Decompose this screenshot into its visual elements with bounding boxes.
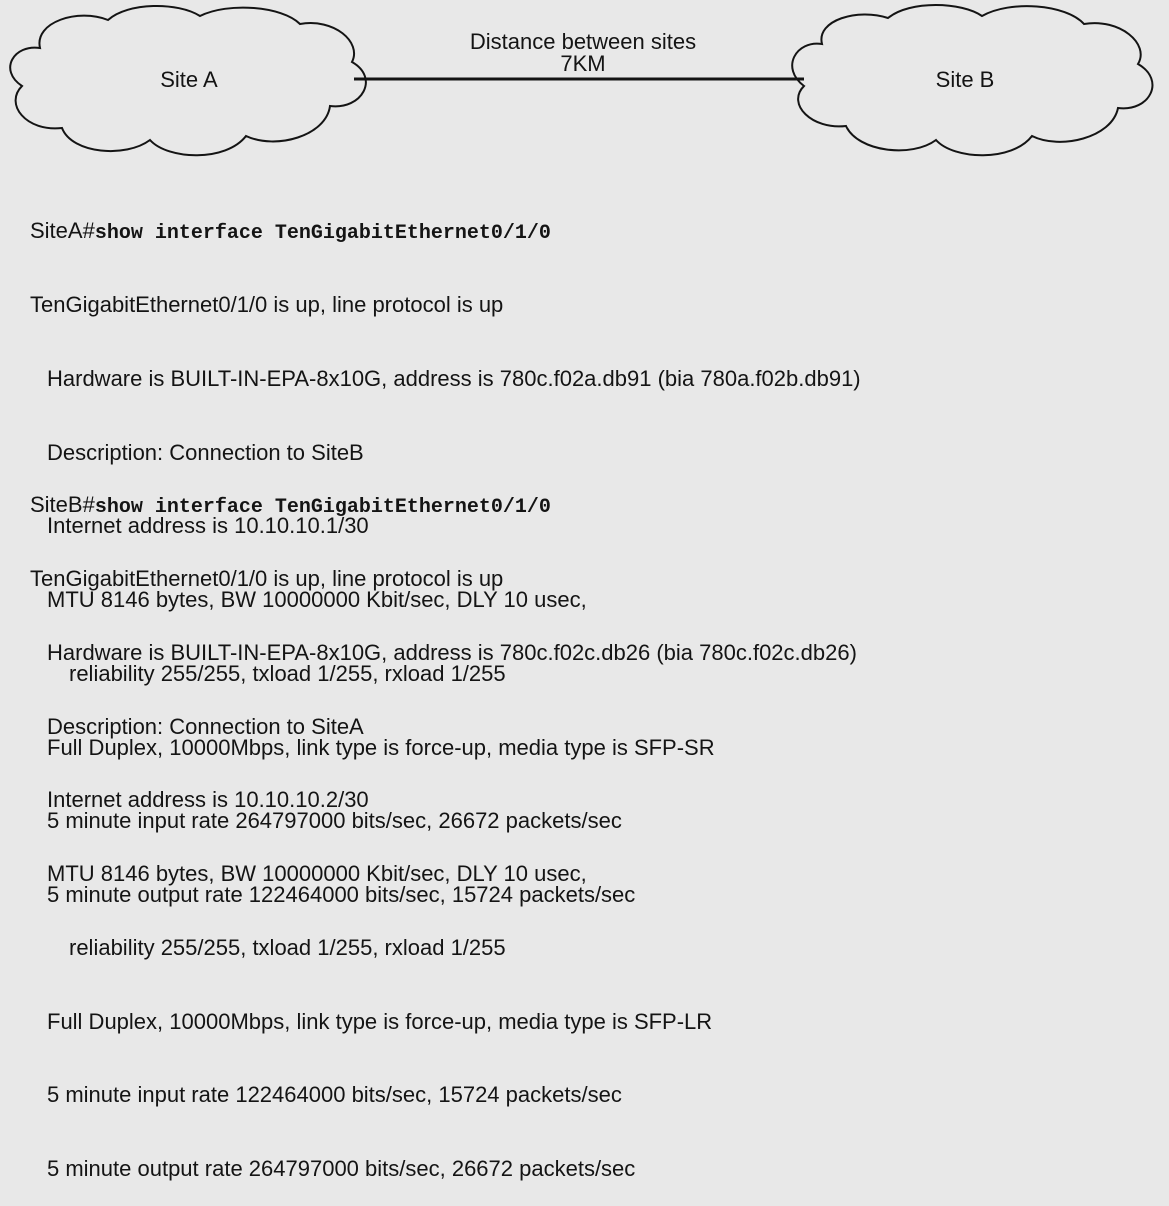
site-b-prompt: SiteB#	[30, 492, 95, 518]
site-b-command-line: SiteB#show interface TenGigabitEthernet0…	[30, 492, 857, 520]
site-a-output-line: Hardware is BUILT-IN-EPA-8x10G, address …	[47, 365, 861, 391]
site-b-output-line: Internet address is 10.10.10.2/30	[47, 787, 369, 813]
site-a-prompt: SiteA#	[30, 218, 95, 244]
network-topology-diagram: Site A Site B Distance between sites 7KM	[9, 4, 1154, 157]
site-a-command: show interface TenGigabitEthernet0/1/0	[94, 222, 551, 246]
site-b-output-line: TenGigabitEthernet0/1/0 is up, line prot…	[30, 565, 504, 591]
site-b-output-line: 5 minute output rate 264797000 bits/sec,…	[47, 1156, 636, 1182]
site-a-label: Site A	[160, 67, 218, 92]
site-b-label: Site B	[936, 67, 995, 92]
site-a-command-line: SiteA#show interface TenGigabitEthernet0…	[30, 218, 861, 246]
site-b-output-line: MTU 8146 bytes, BW 10000000 Kbit/sec, DL…	[47, 861, 587, 887]
site-b-cli-output: SiteB#show interface TenGigabitEthernet0…	[30, 444, 857, 1206]
site-b-output-line: Description: Connection to SiteA	[47, 713, 364, 739]
link-distance-value: 7KM	[560, 51, 605, 76]
site-b-output-line: Hardware is BUILT-IN-EPA-8x10G, address …	[47, 639, 857, 665]
site-b-command: show interface TenGigabitEthernet0/1/0	[94, 496, 551, 520]
site-b-output-line: Full Duplex, 10000Mbps, link type is for…	[47, 1008, 713, 1034]
site-b-output-line: 5 minute input rate 122464000 bits/sec, …	[47, 1082, 622, 1108]
site-b-output-line: reliability 255/255, txload 1/255, rxloa…	[69, 934, 506, 960]
site-a-output-line: TenGigabitEthernet0/1/0 is up, line prot…	[30, 291, 504, 317]
